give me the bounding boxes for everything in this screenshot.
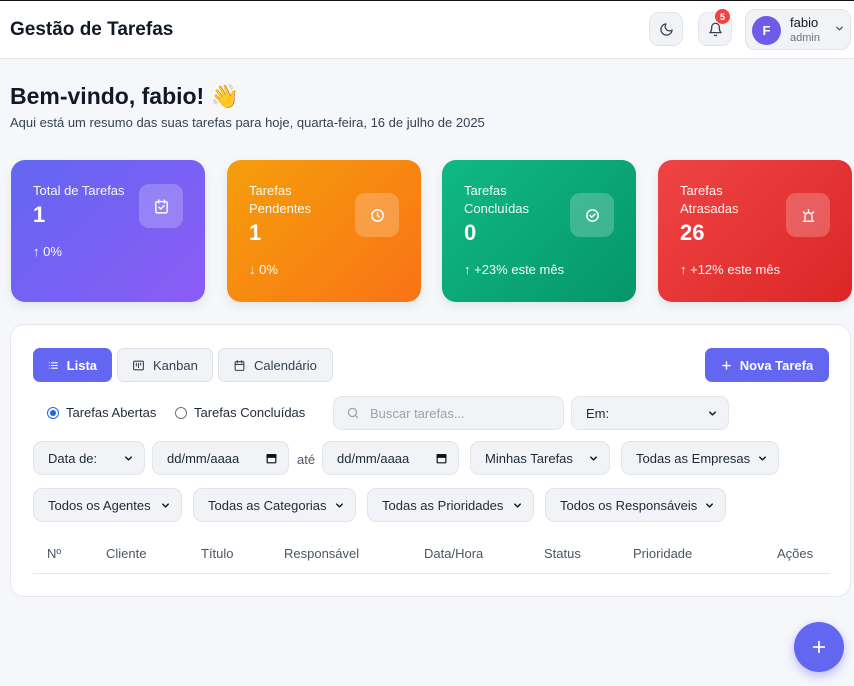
chevron-down-icon xyxy=(709,410,716,416)
welcome-subtitle: Aqui está um resumo das suas tarefas par… xyxy=(10,115,485,130)
date-from-input[interactable]: dd/mm/aaaa xyxy=(152,441,289,475)
date-type-value: Data de: xyxy=(48,450,98,466)
stat-label: Tarefas Pendentes xyxy=(249,183,312,216)
user-name: fabio xyxy=(790,15,819,30)
view-list-label: Lista xyxy=(66,357,97,373)
date-from-value: dd/mm/aaaa xyxy=(167,450,240,466)
stat-card-completed: Tarefas Concluídas 0 ↑ +23% este mês xyxy=(442,160,636,302)
stat-value: 0 xyxy=(464,220,477,245)
column-header-title[interactable]: Título xyxy=(201,546,234,561)
view-calendar-button[interactable]: Calendário xyxy=(218,348,333,382)
stat-card-total: Total de Tarefas 1 ↑ 0% xyxy=(11,160,205,302)
column-header-actions: Ações xyxy=(777,546,814,561)
alarm-icon xyxy=(786,193,830,237)
plus-icon xyxy=(721,360,731,370)
check-circle-icon xyxy=(570,193,614,237)
column-header-datetime[interactable]: Data/Hora xyxy=(424,546,483,561)
calendar-icon xyxy=(234,359,245,371)
chevron-down-icon xyxy=(706,502,713,508)
kanban-icon xyxy=(133,360,144,370)
table-divider xyxy=(33,573,830,574)
date-type-select[interactable]: Data de: xyxy=(33,441,145,475)
category-value: Todas as Categorias xyxy=(208,497,327,513)
company-value: Todas as Empresas xyxy=(636,450,751,466)
stat-label: Tarefas Concluídas xyxy=(464,183,530,216)
agent-select[interactable]: Todos os Agentes xyxy=(33,488,182,522)
radio-open-label: Tarefas Abertas xyxy=(66,405,157,420)
user-role: admin xyxy=(790,32,820,44)
owner-value: Todos os Responsáveis xyxy=(560,497,698,513)
plus-icon xyxy=(812,640,826,654)
clock-icon xyxy=(355,193,399,237)
column-header-priority[interactable]: Prioridade xyxy=(633,546,692,561)
search-placeholder: Buscar tarefas... xyxy=(370,405,465,421)
user-menu[interactable]: F fabio admin xyxy=(745,9,851,50)
view-kanban-label: Kanban xyxy=(153,357,198,373)
stat-trend: ↑ 0% xyxy=(33,244,62,259)
chevron-down-icon xyxy=(125,455,132,461)
column-header-client[interactable]: Cliente xyxy=(106,546,146,561)
stat-card-pending: Tarefas Pendentes 1 ↓ 0% xyxy=(227,160,421,302)
notification-badge: 5 xyxy=(715,9,730,24)
notifications-button[interactable]: 5 xyxy=(698,9,732,46)
stat-label: Tarefas Atrasadas xyxy=(680,183,739,216)
stat-trend: ↑ +12% este mês xyxy=(680,262,781,277)
owner-select[interactable]: Todos os Responsáveis xyxy=(545,488,726,522)
new-task-label: Nova Tarefa xyxy=(739,357,814,373)
search-icon xyxy=(347,407,359,419)
new-task-button[interactable]: Nova Tarefa xyxy=(705,348,829,382)
stat-label: Total de Tarefas xyxy=(33,183,125,198)
scope-select[interactable]: Minhas Tarefas xyxy=(470,441,610,475)
search-input[interactable]: Buscar tarefas... xyxy=(333,396,564,430)
scope-value: Minhas Tarefas xyxy=(485,450,573,466)
radio-open-tasks[interactable]: Tarefas Abertas xyxy=(47,405,156,420)
chevron-down-icon xyxy=(514,502,521,508)
calendar-icon xyxy=(436,453,447,463)
column-header-status[interactable]: Status xyxy=(544,546,581,561)
view-calendar-label: Calendário xyxy=(254,357,317,373)
welcome-title: Bem-vindo, fabio! 👋 xyxy=(10,83,240,109)
chevron-down-icon xyxy=(336,502,343,508)
priority-value: Todas as Prioridades xyxy=(382,497,504,513)
calendar-icon xyxy=(266,453,277,463)
column-header-number[interactable]: Nº xyxy=(47,546,61,561)
chevron-down-icon xyxy=(836,26,843,31)
tasks-panel: Lista Kanban Calendário Nova Tarefa Tare… xyxy=(10,324,851,597)
floating-add-button[interactable] xyxy=(794,622,844,672)
top-bar: Gestão de Tarefas 5 F fabio admin xyxy=(0,1,854,59)
app-title: Gestão de Tarefas xyxy=(10,19,174,40)
stat-trend: ↓ 0% xyxy=(249,262,278,277)
stat-value: 1 xyxy=(249,220,262,245)
search-field-value: Em: xyxy=(586,405,610,421)
radio-completed-tasks[interactable]: Tarefas Concluídas xyxy=(175,405,305,420)
theme-toggle-button[interactable] xyxy=(649,12,683,46)
search-field-select[interactable]: Em: xyxy=(571,396,729,430)
stat-value: 26 xyxy=(680,220,705,245)
stat-card-overdue: Tarefas Atrasadas 26 ↑ +12% este mês xyxy=(658,160,852,302)
radio-completed-label: Tarefas Concluídas xyxy=(194,405,306,420)
column-header-owner[interactable]: Responsável xyxy=(284,546,359,561)
date-to-value: dd/mm/aaaa xyxy=(337,450,410,466)
priority-select[interactable]: Todas as Prioridades xyxy=(367,488,534,522)
stat-trend: ↑ +23% este mês xyxy=(464,262,565,277)
radio-indicator[interactable] xyxy=(175,406,187,419)
view-kanban-button[interactable]: Kanban xyxy=(117,348,213,382)
chevron-down-icon xyxy=(759,455,766,461)
list-icon xyxy=(48,361,58,369)
radio-selected-indicator[interactable] xyxy=(47,406,59,419)
date-to-input[interactable]: dd/mm/aaaa xyxy=(322,441,459,475)
chevron-down-icon xyxy=(590,455,597,461)
agent-value: Todos os Agentes xyxy=(48,497,151,513)
category-select[interactable]: Todas as Categorias xyxy=(193,488,356,522)
avatar: F xyxy=(752,16,781,45)
date-range-separator: até xyxy=(297,452,316,467)
company-select[interactable]: Todas as Empresas xyxy=(621,441,779,475)
calendar-check-icon xyxy=(139,184,183,228)
view-list-button[interactable]: Lista xyxy=(33,348,112,382)
stat-value: 1 xyxy=(33,202,46,227)
moon-icon xyxy=(659,22,673,36)
chevron-down-icon xyxy=(162,502,169,508)
